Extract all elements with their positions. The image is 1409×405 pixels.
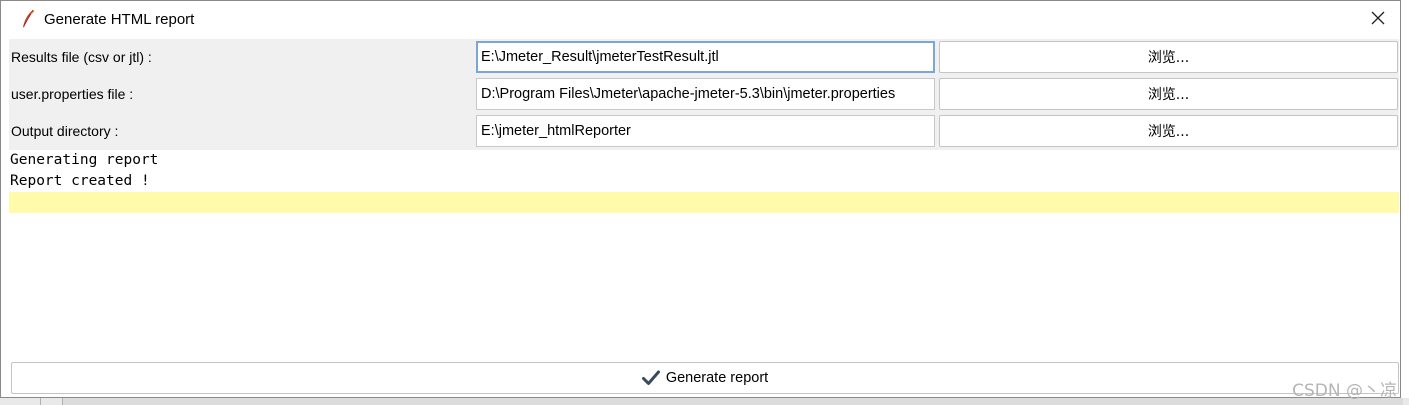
background-window-edge: [0, 398, 1409, 405]
current-line-highlight: [9, 192, 1399, 213]
window-title: Generate HTML report: [44, 11, 195, 28]
close-button[interactable]: [1356, 1, 1400, 38]
watermark: CSDN @丶凉: [1292, 381, 1397, 401]
checkmark-icon: [641, 370, 660, 386]
output-directory-input[interactable]: [476, 115, 935, 147]
output-directory-browse-button[interactable]: 浏览...: [939, 115, 1398, 147]
generate-report-button[interactable]: Generate report: [11, 362, 1399, 394]
results-file-row: Results file (csv or jtl) : 浏览...: [9, 39, 1399, 76]
output-directory-label: Output directory :: [11, 123, 119, 139]
results-file-label: Results file (csv or jtl) :: [11, 49, 152, 65]
close-icon: [1371, 11, 1385, 28]
user-properties-label: user.properties file :: [11, 86, 134, 102]
output-directory-row: Output directory : 浏览...: [9, 113, 1399, 150]
form-area: Results file (csv or jtl) : 浏览... user.p…: [9, 39, 1399, 150]
log-line: Generating report: [10, 152, 159, 168]
log-line: Report created !: [10, 173, 150, 189]
log-output-area[interactable]: Generating report Report created !: [9, 150, 1399, 361]
feather-icon: [21, 9, 35, 29]
user-properties-row: user.properties file : 浏览...: [9, 76, 1399, 113]
generate-report-label: Generate report: [665, 370, 769, 386]
user-properties-browse-button[interactable]: 浏览...: [939, 78, 1398, 110]
title-bar: Generate HTML report: [1, 1, 1400, 38]
results-file-browse-button[interactable]: 浏览...: [939, 41, 1398, 73]
results-file-input[interactable]: [476, 41, 935, 73]
generate-html-report-dialog: Generate HTML report Results file (csv o…: [0, 0, 1401, 398]
user-properties-input[interactable]: [476, 78, 935, 110]
